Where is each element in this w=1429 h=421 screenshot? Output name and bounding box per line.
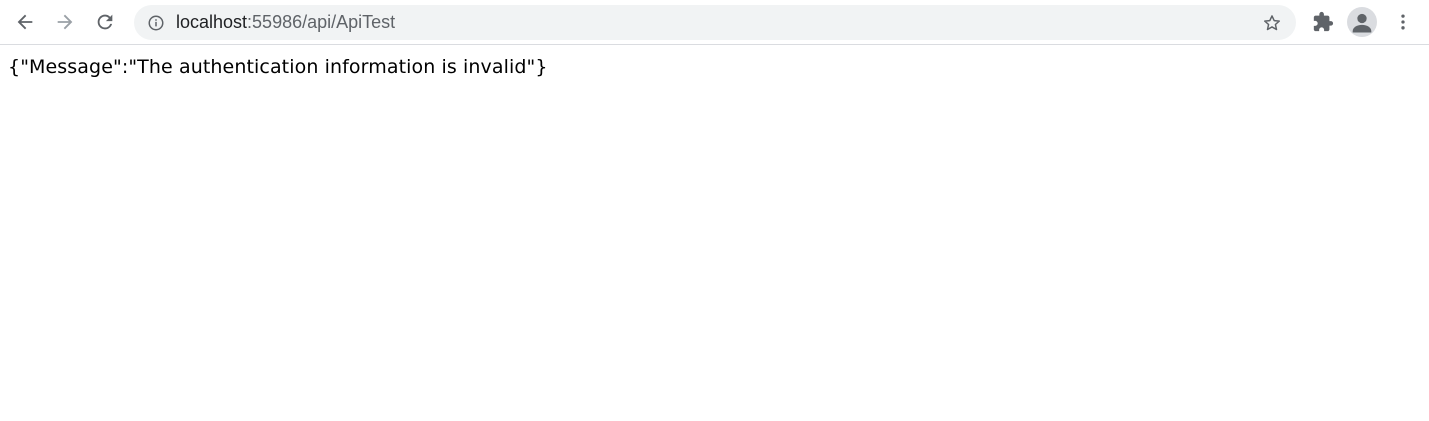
person-icon [1352,13,1372,33]
bookmark-button[interactable] [1260,11,1284,35]
back-arrow-icon [17,14,33,30]
info-icon [148,15,164,31]
url-host: localhost [176,12,248,32]
reload-button[interactable] [89,6,121,38]
forward-button[interactable] [49,6,81,38]
url-path: :55986/api/ApiTest [247,12,396,32]
extensions-button[interactable] [1307,6,1339,38]
profile-button[interactable] [1347,7,1377,37]
browser-menu-button[interactable] [1388,6,1418,38]
kebab-menu-icon [1401,14,1405,30]
back-button[interactable] [9,6,41,38]
url-text[interactable]: localhost:55986/api/ApiTest [176,5,395,40]
site-info-button[interactable] [144,11,168,35]
puzzle-icon [1313,11,1334,32]
address-bar[interactable]: localhost:55986/api/ApiTest [134,5,1296,40]
browser-toolbar: localhost:55986/api/ApiTest [0,0,1429,45]
forward-arrow-icon [57,14,73,30]
json-response-text: {"Message":"The authentication informati… [8,56,548,78]
reload-icon [97,14,113,30]
star-icon [1264,15,1280,31]
